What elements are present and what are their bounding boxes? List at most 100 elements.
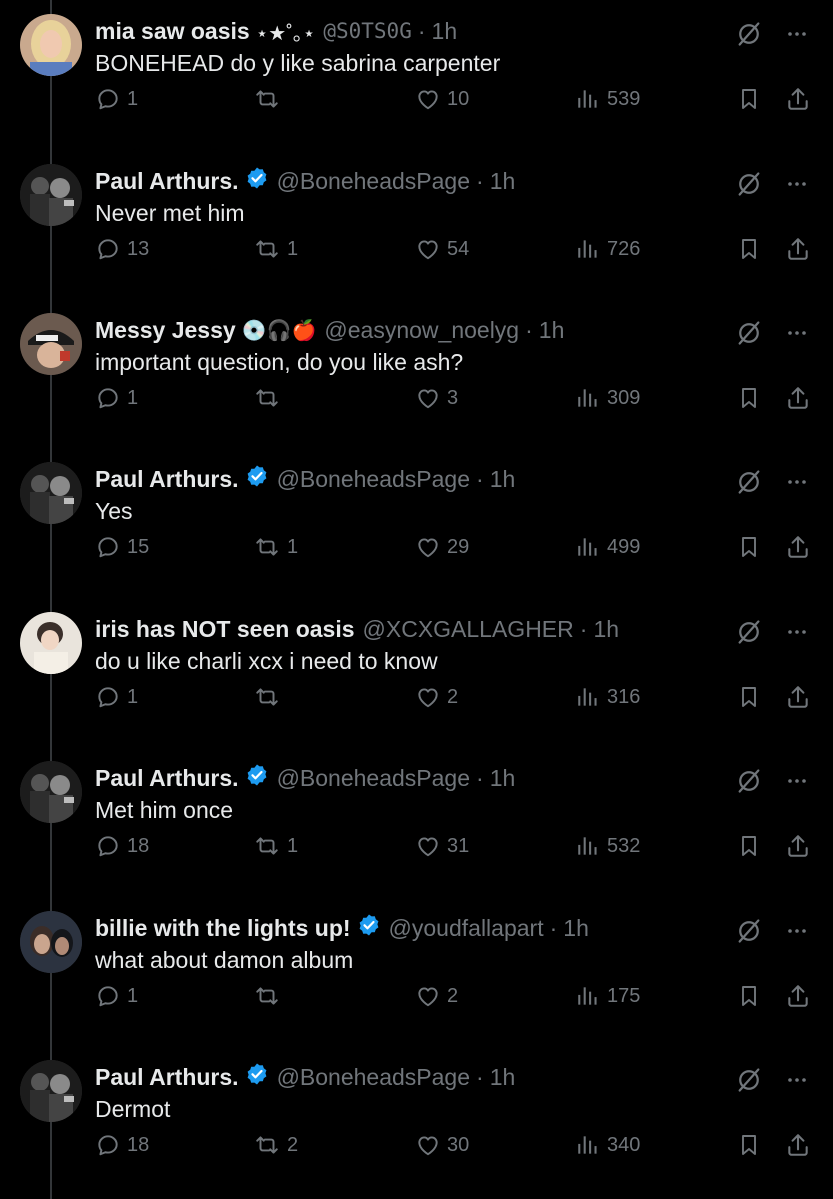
timestamp[interactable]: 1h bbox=[563, 915, 589, 942]
user-handle[interactable]: @BoneheadsPage bbox=[277, 765, 470, 792]
avatar[interactable] bbox=[20, 462, 82, 524]
display-name[interactable]: mia saw oasis bbox=[95, 18, 250, 45]
tweet[interactable]: Paul Arthurs. @BoneheadsPage · 1h Dermot… bbox=[0, 1046, 833, 1195]
tweet[interactable]: iris has NOT seen oasis @XCXGALLAGHER · … bbox=[0, 598, 833, 747]
share-button[interactable] bbox=[785, 86, 811, 112]
reply-button[interactable]: 18 bbox=[95, 1132, 149, 1158]
avatar[interactable] bbox=[20, 1060, 82, 1122]
user-handle[interactable]: @S0TS0G bbox=[323, 19, 412, 43]
grok-icon[interactable] bbox=[735, 618, 763, 646]
user-handle[interactable]: @youdfallapart bbox=[389, 915, 544, 942]
repost-button[interactable] bbox=[253, 385, 287, 411]
repost-button[interactable] bbox=[253, 86, 287, 112]
views-button[interactable]: 532 bbox=[575, 833, 640, 859]
like-button[interactable]: 3 bbox=[415, 385, 458, 411]
repost-button[interactable]: 1 bbox=[253, 236, 298, 262]
repost-button[interactable]: 1 bbox=[253, 534, 298, 560]
reply-button[interactable]: 1 bbox=[95, 983, 138, 1009]
grok-icon[interactable] bbox=[735, 767, 763, 795]
share-button[interactable] bbox=[785, 983, 811, 1009]
share-button[interactable] bbox=[785, 684, 811, 710]
reply-button[interactable]: 1 bbox=[95, 86, 138, 112]
repost-button[interactable] bbox=[253, 684, 287, 710]
user-handle[interactable]: @BoneheadsPage bbox=[277, 466, 470, 493]
share-button[interactable] bbox=[785, 385, 811, 411]
display-name[interactable]: Messy Jessy bbox=[95, 317, 236, 344]
repost-button[interactable]: 2 bbox=[253, 1132, 298, 1158]
tweet[interactable]: Paul Arthurs. @BoneheadsPage · 1h Never … bbox=[0, 150, 833, 299]
user-handle[interactable]: @easynow_noelyg bbox=[324, 317, 519, 344]
avatar[interactable] bbox=[20, 612, 82, 674]
bookmark-button[interactable] bbox=[737, 385, 761, 411]
avatar[interactable] bbox=[20, 313, 82, 375]
user-handle[interactable]: @BoneheadsPage bbox=[277, 1064, 470, 1091]
views-button[interactable]: 309 bbox=[575, 385, 640, 411]
reply-button[interactable]: 1 bbox=[95, 684, 138, 710]
views-button[interactable]: 340 bbox=[575, 1132, 640, 1158]
tweet[interactable]: mia saw oasis ⋆★˚｡⋆ @S0TS0G · 1h BONEHEA… bbox=[0, 0, 833, 149]
avatar[interactable] bbox=[20, 164, 82, 226]
like-button[interactable]: 54 bbox=[415, 236, 469, 262]
bookmark-button[interactable] bbox=[737, 534, 761, 560]
share-button[interactable] bbox=[785, 1132, 811, 1158]
reply-button[interactable]: 15 bbox=[95, 534, 149, 560]
timestamp[interactable]: 1h bbox=[490, 466, 516, 493]
views-button[interactable]: 726 bbox=[575, 236, 640, 262]
user-handle[interactable]: @BoneheadsPage bbox=[277, 168, 470, 195]
like-button[interactable]: 10 bbox=[415, 86, 469, 112]
bookmark-button[interactable] bbox=[737, 86, 761, 112]
more-icon[interactable] bbox=[785, 769, 809, 793]
display-name[interactable]: Paul Arthurs. bbox=[95, 1064, 239, 1091]
grok-icon[interactable] bbox=[735, 468, 763, 496]
more-icon[interactable] bbox=[785, 172, 809, 196]
grok-icon[interactable] bbox=[735, 1066, 763, 1094]
repost-button[interactable] bbox=[253, 983, 287, 1009]
display-name[interactable]: Paul Arthurs. bbox=[95, 765, 239, 792]
more-icon[interactable] bbox=[785, 22, 809, 46]
reply-button[interactable]: 13 bbox=[95, 236, 149, 262]
bookmark-button[interactable] bbox=[737, 983, 761, 1009]
display-name[interactable]: iris has NOT seen oasis bbox=[95, 616, 355, 643]
like-button[interactable]: 2 bbox=[415, 684, 458, 710]
avatar[interactable] bbox=[20, 911, 82, 973]
like-button[interactable]: 30 bbox=[415, 1132, 469, 1158]
timestamp[interactable]: 1h bbox=[490, 1064, 516, 1091]
grok-icon[interactable] bbox=[735, 319, 763, 347]
timestamp[interactable]: 1h bbox=[490, 765, 516, 792]
display-name[interactable]: Paul Arthurs. bbox=[95, 168, 239, 195]
timestamp[interactable]: 1h bbox=[490, 168, 516, 195]
timestamp[interactable]: 1h bbox=[432, 18, 458, 45]
share-button[interactable] bbox=[785, 236, 811, 262]
share-button[interactable] bbox=[785, 833, 811, 859]
views-button[interactable]: 499 bbox=[575, 534, 640, 560]
avatar[interactable] bbox=[20, 761, 82, 823]
repost-button[interactable]: 1 bbox=[253, 833, 298, 859]
tweet[interactable]: Messy Jessy 💿🎧🍎 @easynow_noelyg · 1h imp… bbox=[0, 299, 833, 448]
like-button[interactable]: 29 bbox=[415, 534, 469, 560]
views-button[interactable]: 175 bbox=[575, 983, 640, 1009]
more-icon[interactable] bbox=[785, 919, 809, 943]
grok-icon[interactable] bbox=[735, 20, 763, 48]
like-button[interactable]: 2 bbox=[415, 983, 458, 1009]
avatar[interactable] bbox=[20, 14, 82, 76]
bookmark-button[interactable] bbox=[737, 684, 761, 710]
share-button[interactable] bbox=[785, 534, 811, 560]
tweet[interactable]: Paul Arthurs. @BoneheadsPage · 1h Met hi… bbox=[0, 747, 833, 896]
like-button[interactable]: 31 bbox=[415, 833, 469, 859]
bookmark-button[interactable] bbox=[737, 833, 761, 859]
grok-icon[interactable] bbox=[735, 170, 763, 198]
timestamp[interactable]: 1h bbox=[539, 317, 565, 344]
tweet[interactable]: billie with the lights up! @youdfallapar… bbox=[0, 897, 833, 1046]
display-name[interactable]: billie with the lights up! bbox=[95, 915, 351, 942]
more-icon[interactable] bbox=[785, 1068, 809, 1092]
more-icon[interactable] bbox=[785, 321, 809, 345]
reply-button[interactable]: 18 bbox=[95, 833, 149, 859]
user-handle[interactable]: @XCXGALLAGHER bbox=[363, 616, 574, 643]
display-name[interactable]: Paul Arthurs. bbox=[95, 466, 239, 493]
tweet[interactable]: Paul Arthurs. @BoneheadsPage · 1h Yes 15… bbox=[0, 448, 833, 597]
views-button[interactable]: 539 bbox=[575, 86, 640, 112]
reply-button[interactable]: 1 bbox=[95, 385, 138, 411]
timestamp[interactable]: 1h bbox=[593, 616, 619, 643]
more-icon[interactable] bbox=[785, 620, 809, 644]
grok-icon[interactable] bbox=[735, 917, 763, 945]
